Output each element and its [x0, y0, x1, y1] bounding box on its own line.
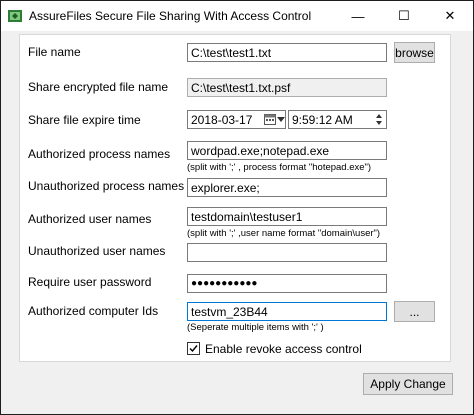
window-title: AssureFiles Secure File Sharing With Acc…	[29, 9, 312, 23]
computer-ids-input[interactable]: testvm_23B44	[187, 302, 387, 321]
spin-down-icon[interactable]	[376, 121, 382, 125]
unauthorized-users-input[interactable]	[187, 243, 387, 262]
computer-ids-hint: (Seperate multiple items with ';' )	[187, 322, 324, 333]
unauthorized-process-label: Unauthorized process names	[28, 179, 185, 193]
computer-ids-picker-button[interactable]: ...	[394, 301, 435, 322]
authorized-users-input[interactable]: testdomain\testuser1	[187, 207, 387, 226]
unauthorized-process-input[interactable]: explorer.exe;	[187, 178, 387, 197]
apply-change-button[interactable]: Apply Change	[363, 373, 453, 395]
maximize-icon: ☐	[398, 8, 410, 23]
authorized-users-label: Authorized user names	[28, 212, 152, 226]
password-mask: ●●●●●●●●●●●	[191, 278, 258, 289]
password-input[interactable]: ●●●●●●●●●●●	[187, 274, 387, 293]
time-spinner[interactable]	[375, 111, 385, 128]
encrypted-name-input[interactable]: C:\test\test1.txt.psf	[187, 78, 387, 97]
expire-time-label: Share file expire time	[28, 113, 141, 127]
minimize-button[interactable]: —	[335, 1, 381, 31]
minimize-icon: —	[351, 8, 365, 24]
maximize-button[interactable]: ☐	[381, 1, 427, 31]
calendar-icon[interactable]	[264, 113, 276, 125]
chevron-down-icon[interactable]	[277, 117, 285, 122]
close-icon: ✕	[444, 8, 456, 23]
expire-time-input[interactable]: 9:59:12 AM	[288, 110, 387, 129]
unauthorized-users-label: Unauthorized user names	[28, 244, 166, 258]
authorized-process-hint: (split with ';' , process format "hotepa…	[187, 162, 372, 173]
app-window: AssureFiles Secure File Sharing With Acc…	[0, 0, 474, 415]
spin-up-icon[interactable]	[376, 114, 382, 118]
expire-date-value: 2018-03-17	[191, 113, 253, 127]
authorized-users-hint: (split with ';' ,user name format "domai…	[187, 228, 381, 239]
revoke-checkbox[interactable]	[187, 342, 200, 355]
file-name-input[interactable]: C:\test\test1.txt	[187, 43, 387, 62]
close-button[interactable]: ✕	[427, 1, 473, 31]
encrypted-name-label: Share encrypted file name	[28, 80, 169, 94]
checkmark-icon	[189, 345, 198, 353]
authorized-process-label: Authorized process names	[28, 147, 171, 161]
expire-time-value: 9:59:12 AM	[292, 113, 353, 127]
browse-button[interactable]: browse	[394, 42, 435, 63]
computer-ids-label: Authorized computer Ids	[28, 304, 159, 318]
title-bar[interactable]: AssureFiles Secure File Sharing With Acc…	[1, 1, 473, 31]
revoke-label[interactable]: Enable revoke access control	[205, 342, 362, 356]
authorized-process-input[interactable]: wordpad.exe;notepad.exe	[187, 141, 387, 160]
app-icon	[8, 10, 22, 22]
password-label: Require user password	[28, 275, 152, 289]
file-name-label: File name	[28, 45, 81, 59]
